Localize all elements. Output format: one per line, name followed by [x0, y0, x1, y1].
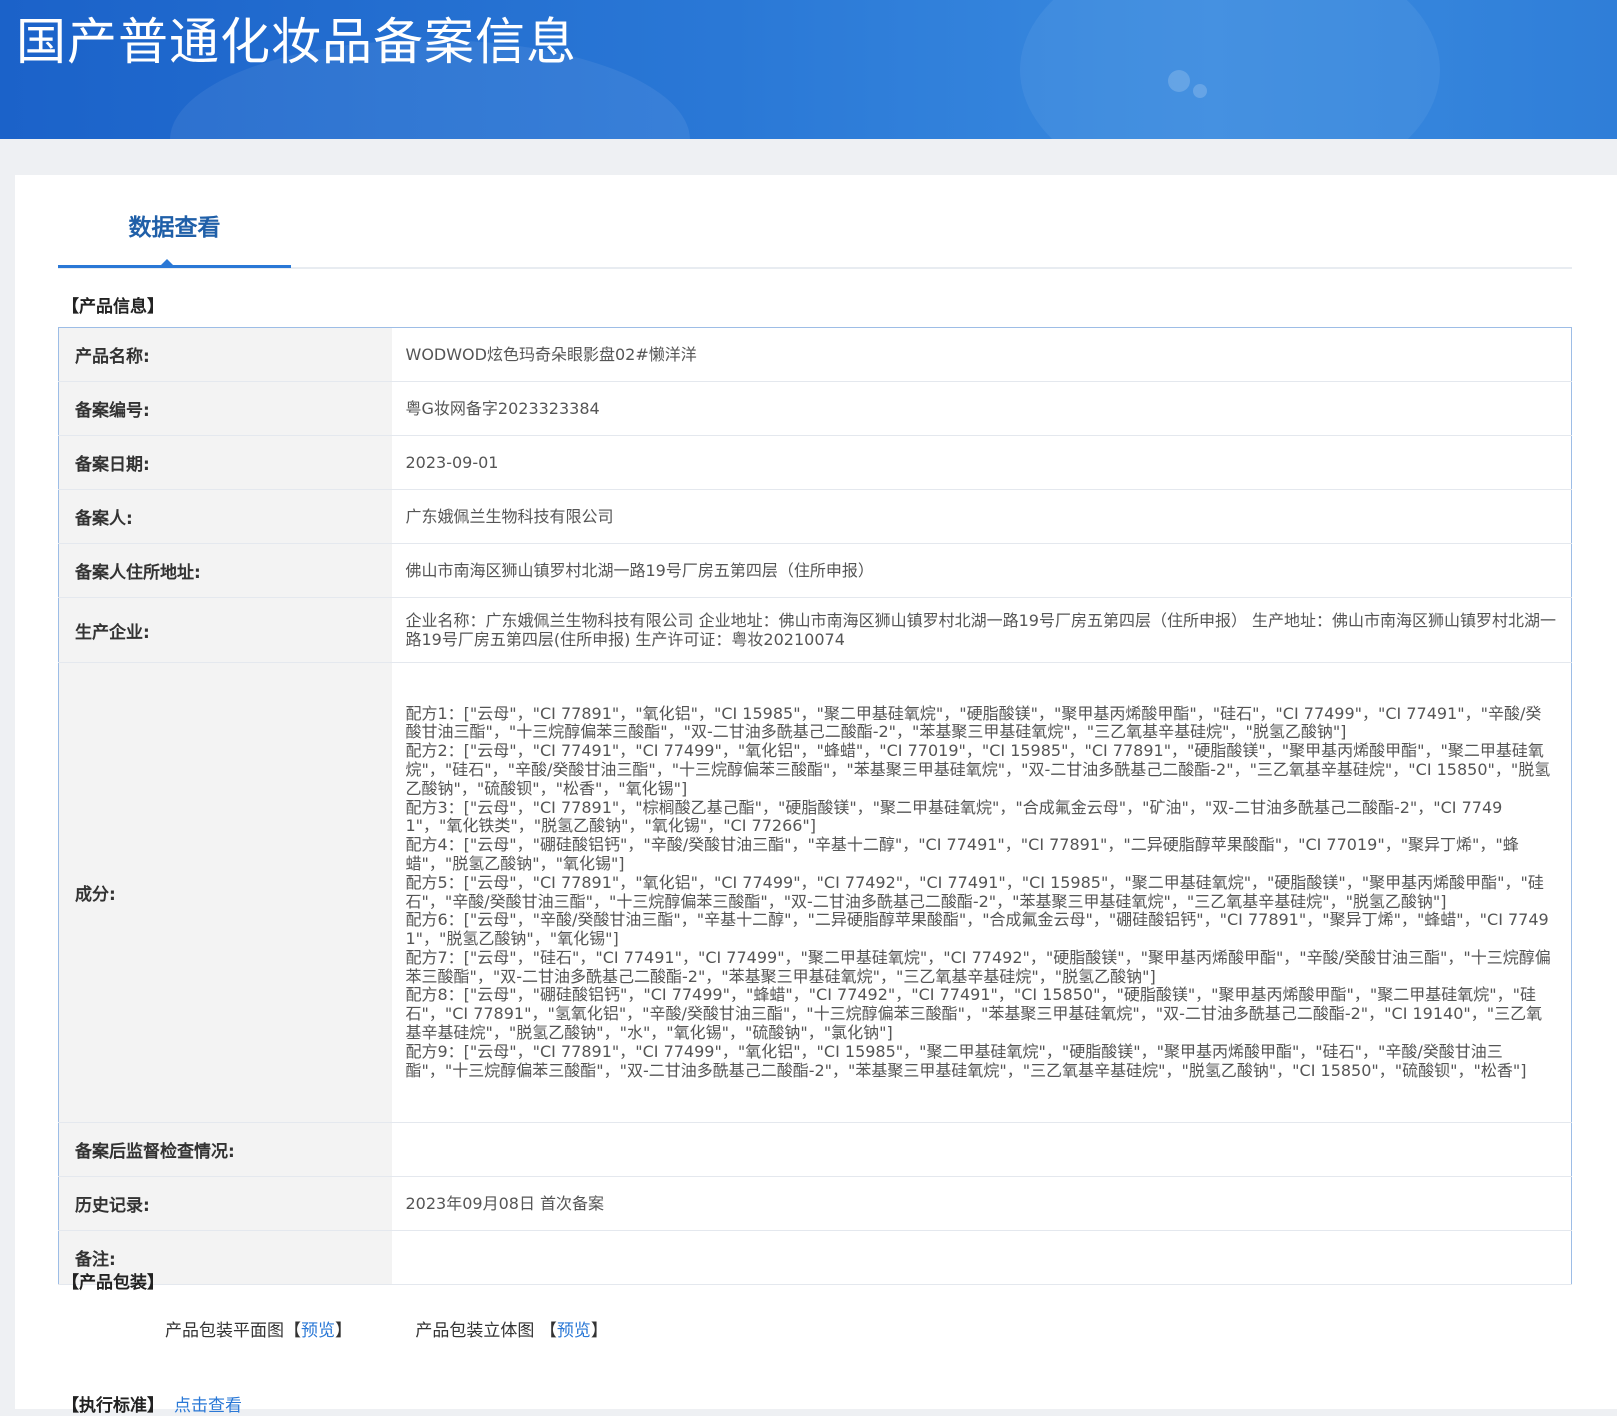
- formula-item: 配方7：["云母"，"硅石"，"CI 77491"，"CI 77499"，"聚二…: [405, 947, 1551, 986]
- table-row: 备案后监督检查情况:: [58, 1122, 1572, 1177]
- formula-item: 配方4：["云母"，"硼硅酸铝钙"，"辛酸/癸酸甘油三酯"，"辛基十二醇"，"C…: [405, 835, 1519, 873]
- formula-item: 配方6：["云母"，"辛酸/癸酸甘油三酯"，"辛基十二醇"，"二异硬脂醇苹果酸酯…: [405, 910, 1549, 949]
- standard-row: 【执行标准】 点击查看: [62, 1391, 242, 1416]
- packaging-flat-label: 产品包装平面图: [165, 1321, 284, 1341]
- registrant-value: 广东娥佩兰生物科技有限公司: [391, 489, 1572, 544]
- table-row: 备案人住所地址: 佛山市南海区狮山镇罗村北湖一路19号厂房五第四层（住所申报）: [58, 543, 1572, 598]
- tab-bar: 数据查看: [58, 205, 1572, 269]
- bracket: 】: [335, 1321, 352, 1341]
- row-label: 成分:: [58, 662, 392, 1123]
- banner-decoration: [1168, 70, 1190, 92]
- remarks-value: [391, 1230, 1572, 1285]
- row-label: 备案后监督检查情况:: [58, 1122, 392, 1177]
- ingredients-value: 配方1：["云母"，"CI 77891"，"氧化铝"，"CI 15985"，"聚…: [391, 662, 1572, 1123]
- formula-item: 配方1：["云母"，"CI 77891"，"氧化铝"，"CI 15985"，"聚…: [405, 703, 1542, 742]
- packaging-solid-label: 产品包装立体图: [415, 1321, 535, 1341]
- history-value: 2023年09月08日 首次备案: [391, 1176, 1572, 1231]
- table-row: 历史记录: 2023年09月08日 首次备案: [58, 1176, 1572, 1231]
- table-row: 备案编号: 粤G妆网备字2023323384: [58, 381, 1572, 436]
- row-label: 备案人:: [58, 489, 392, 544]
- row-label: 备案人住所地址:: [58, 543, 392, 598]
- formula-item: 配方3：["云母"，"CI 77891"，"棕榈酸乙基己酯"，"硬脂酸镁"，"聚…: [405, 797, 1503, 836]
- section-title-packaging: 【产品包装】: [62, 1273, 164, 1293]
- packaging-links: 产品包装平面图【预览】 产品包装立体图 【预览】: [165, 1316, 608, 1341]
- row-label: 备案编号:: [58, 381, 392, 436]
- preview-solid-link[interactable]: 预览: [557, 1321, 591, 1341]
- section-title-standard: 【执行标准】: [62, 1396, 164, 1416]
- formula-item: 配方8：["云母"，"硼硅酸铝钙"，"CI 77499"，"蜂蜡"，"CI 77…: [405, 985, 1543, 1043]
- manufacturer-value: 企业名称：广东娥佩兰生物科技有限公司 企业地址：佛山市南海区狮山镇罗村北湖一路1…: [391, 597, 1572, 663]
- section-title-product-info: 【产品信息】: [62, 297, 164, 317]
- ingredients-list: 配方1：["云母"，"CI 77891"，"氧化铝"，"CI 15985"，"聚…: [406, 703, 1558, 1083]
- row-label: 历史记录:: [58, 1176, 392, 1231]
- table-row: 产品名称: WODWOD炫色玛奇朵眼影盘02#懒洋洋: [58, 327, 1572, 382]
- formula-item: 配方9：["云母"，"CI 77891"，"CI 77499"，"氧化铝"，"C…: [405, 1041, 1527, 1080]
- bracket: 【: [284, 1321, 301, 1341]
- bracket: 【: [539, 1321, 557, 1341]
- product-name-value: WODWOD炫色玛奇朵眼影盘02#懒洋洋: [391, 327, 1572, 382]
- table-row: 备案日期: 2023-09-01: [58, 435, 1572, 490]
- page-title: 国产普通化妆品备案信息: [16, 13, 577, 71]
- tab-data-view[interactable]: 数据查看: [58, 205, 291, 268]
- table-row: 备案人: 广东娥佩兰生物科技有限公司: [58, 489, 1572, 544]
- formula-item: 配方5：["云母"，"CI 77891"，"氧化铝"，"CI 77499"，"C…: [405, 872, 1544, 911]
- table-row: 成分: 配方1：["云母"，"CI 77891"，"氧化铝"，"CI 15985…: [58, 662, 1572, 1123]
- header-banner: 国产普通化妆品备案信息: [0, 0, 1617, 139]
- table-row: 生产企业: 企业名称：广东娥佩兰生物科技有限公司 企业地址：佛山市南海区狮山镇罗…: [58, 597, 1572, 663]
- formula-item: 配方2：["云母"，"CI 77491"，"CI 77499"，"氧化铝"，"蜂…: [405, 741, 1551, 798]
- tab-label: 数据查看: [128, 215, 221, 241]
- bracket: 】: [590, 1321, 608, 1341]
- supervision-value: [391, 1122, 1572, 1177]
- content-card: 数据查看 【产品信息】 产品名称: WODWOD炫色玛奇朵眼影盘02#懒洋洋 备…: [15, 175, 1617, 1416]
- table-row: 备注:: [58, 1230, 1572, 1285]
- product-info-table: 产品名称: WODWOD炫色玛奇朵眼影盘02#懒洋洋 备案编号: 粤G妆网备字2…: [58, 327, 1572, 1285]
- tab-caret-icon: [160, 259, 174, 266]
- record-date-value: 2023-09-01: [391, 435, 1572, 490]
- banner-decoration: [1193, 84, 1207, 98]
- row-label: 备案日期:: [58, 435, 392, 490]
- banner-decoration: [1020, 0, 1440, 139]
- row-label: 产品名称:: [58, 327, 392, 382]
- preview-flat-link[interactable]: 预览: [301, 1321, 335, 1341]
- record-number-value: 粤G妆网备字2023323384: [391, 381, 1572, 436]
- registrant-address-value: 佛山市南海区狮山镇罗村北湖一路19号厂房五第四层（住所申报）: [391, 543, 1572, 598]
- row-label: 生产企业:: [58, 597, 392, 663]
- view-standard-link[interactable]: 点击查看: [174, 1396, 242, 1416]
